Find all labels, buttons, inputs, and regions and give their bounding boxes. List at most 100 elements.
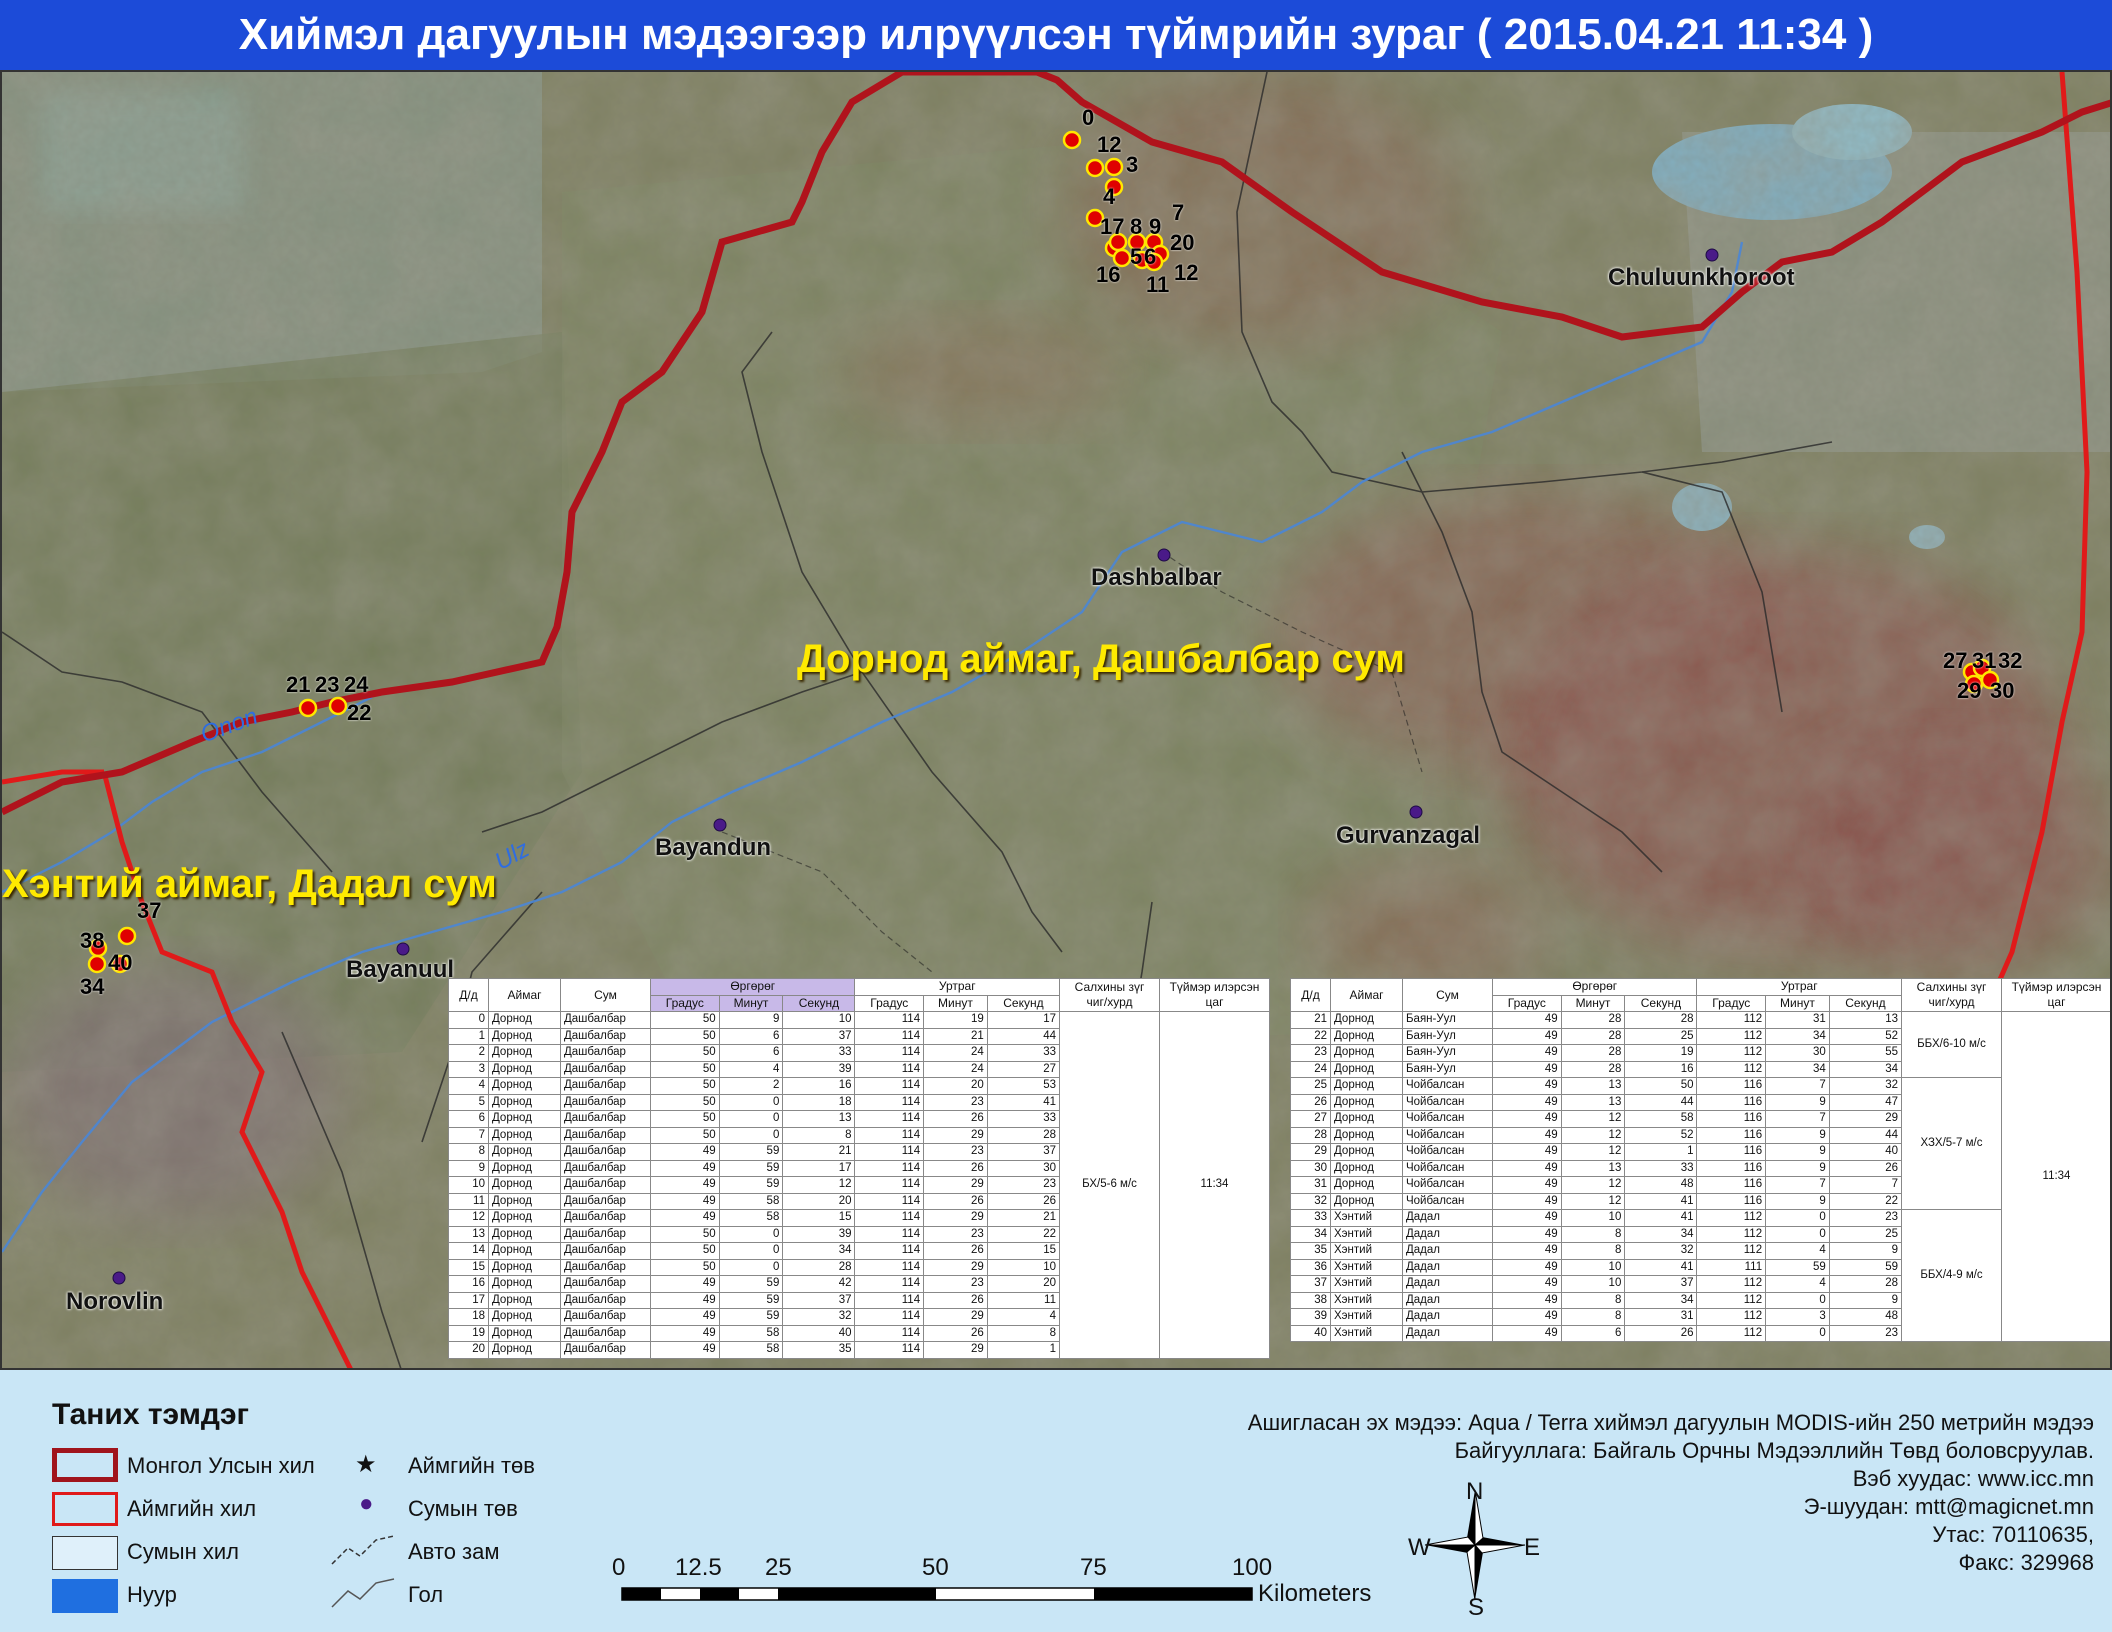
th-lon-sec: Секунд <box>986 994 1061 1012</box>
fire-point[interactable] <box>1085 158 1105 178</box>
table-row: 25 Дорнод Чойбалсан 49 13 50 116 7 32 ХЗХ/5-7 м/с <box>1290 1077 2111 1210</box>
cell-lon-sec: 9 <box>1828 1242 1903 1260</box>
cell-sum: Дашбалбар <box>560 1011 651 1029</box>
cell-lon-deg: 116 <box>1696 1143 1767 1161</box>
cell-id: 30 <box>1290 1159 1331 1177</box>
legend-road-label: Авто зам <box>408 1539 500 1564</box>
compass-s: S <box>1468 1594 1485 1621</box>
cell-wind: ББХ/4-9 м/с <box>1901 1209 2002 1342</box>
cell-id: 0 <box>448 1011 489 1029</box>
cell-lon-min: 26 <box>923 1291 988 1309</box>
page: Хиймэл дагуулын мэдээгээр илрүүлсэн түйм… <box>0 0 2112 1632</box>
map-area[interactable]: Дорнод аймаг, Дашбалбар сум Хэнтий аймаг… <box>0 70 2112 1370</box>
cell-lat-min: 8 <box>1560 1291 1626 1309</box>
fire-point[interactable] <box>87 954 107 974</box>
th-wind: Салхины зүг чиг/хурд <box>1059 978 1160 1012</box>
cell-lon-sec: 23 <box>986 1176 1061 1194</box>
fire-point[interactable] <box>298 698 318 718</box>
cell-sum: Дашбалбар <box>560 1324 651 1342</box>
fire-label: 37 <box>137 898 162 923</box>
cell-aimag: Дорнод <box>1330 1044 1403 1062</box>
cell-lat-deg: 49 <box>1492 1143 1562 1161</box>
cell-sum: Дашбалбар <box>560 1291 651 1309</box>
fire-point[interactable] <box>1062 130 1082 150</box>
fire-point[interactable] <box>328 696 348 716</box>
cell-lat-sec: 34 <box>782 1242 856 1260</box>
cell-lat-deg: 49 <box>1492 1308 1562 1326</box>
town-label-chuluunkhoroot: Chuluunkhoroot <box>1608 264 1795 291</box>
cell-lat-deg: 49 <box>1492 1126 1562 1144</box>
cell-lat-min: 13 <box>1560 1093 1626 1111</box>
cell-aimag: Дорнод <box>488 1060 561 1078</box>
cell-lon-sec: 21 <box>986 1209 1061 1227</box>
cell-sum: Баян-Уул <box>1402 1060 1493 1078</box>
cell-lat-min: 59 <box>718 1159 784 1177</box>
cell-lon-sec: 33 <box>986 1110 1061 1128</box>
cell-id: 18 <box>448 1308 489 1326</box>
cell-lat-deg: 50 <box>650 1225 720 1243</box>
fire-table-right: Д/д Аймаг Сум Өргөрөг Уртраг Салхины зүг… <box>1290 978 2111 1342</box>
fire-label: 12 <box>1174 260 1199 285</box>
cell-aimag: Дорнод <box>488 1308 561 1326</box>
cell-lat-deg: 50 <box>650 1093 720 1111</box>
cell-sum: Чойбалсан <box>1402 1192 1493 1210</box>
cell-id: 38 <box>1290 1291 1331 1309</box>
cell-lat-min: 6 <box>718 1044 784 1062</box>
cell-lon-sec: 41 <box>986 1093 1061 1111</box>
fire-label: 20 <box>1170 230 1195 255</box>
cell-sum: Чойбалсан <box>1402 1126 1493 1144</box>
cell-aimag: Хэнтий <box>1330 1242 1403 1260</box>
sum-center-chuluunkhoroot <box>1705 248 1719 262</box>
cell-sum: Чойбалсан <box>1402 1176 1493 1194</box>
compass-n: N <box>1466 1478 1484 1505</box>
cell-lat-sec: 16 <box>1624 1060 1698 1078</box>
town-label-bayanuul: Bayanuul <box>346 956 455 983</box>
cell-lat-min: 59 <box>718 1176 784 1194</box>
cell-lon-deg: 112 <box>1696 1225 1767 1243</box>
cell-sum: Дашбалбар <box>560 1258 651 1276</box>
scalebar-tick: 50 <box>922 1554 949 1581</box>
sum-center-bayandun <box>713 818 727 832</box>
fire-label: 0 <box>1082 105 1095 130</box>
cell-lon-min: 29 <box>923 1209 988 1227</box>
cell-lat-deg: 49 <box>1492 1060 1562 1078</box>
cell-lon-sec: 28 <box>986 1126 1061 1144</box>
cell-lat-deg: 49 <box>1492 1291 1562 1309</box>
cell-lon-min: 4 <box>1765 1275 1830 1293</box>
cell-lat-sec: 37 <box>782 1027 856 1045</box>
cell-lon-min: 7 <box>1765 1176 1830 1194</box>
cell-lat-min: 0 <box>718 1126 784 1144</box>
cell-aimag: Дорнод <box>1330 1110 1403 1128</box>
cell-aimag: Дорнод <box>488 1341 561 1359</box>
cell-lat-deg: 49 <box>650 1192 720 1210</box>
cell-sum: Дадал <box>1402 1242 1493 1260</box>
cell-lon-sec: 1 <box>986 1341 1061 1359</box>
th-lon-deg: Градус <box>854 994 925 1012</box>
cell-lat-sec: 10 <box>782 1011 856 1029</box>
cell-id: 14 <box>448 1242 489 1260</box>
cell-lon-min: 19 <box>923 1011 988 1029</box>
fire-label: 12 <box>1097 132 1122 157</box>
legend-country-border-swatch <box>52 1448 118 1482</box>
cell-lat-sec: 17 <box>782 1159 856 1177</box>
source-line: Ашигласан эх мэдээ: Aqua / Terra хиймэл … <box>1247 1410 2094 1435</box>
cell-lon-deg: 112 <box>1696 1308 1767 1326</box>
fire-point[interactable] <box>117 926 137 946</box>
th-lon-min: Минут <box>1765 994 1830 1012</box>
cell-aimag: Дорнод <box>488 1093 561 1111</box>
cell-lon-deg: 114 <box>854 1291 925 1309</box>
cell-id: 31 <box>1290 1176 1331 1194</box>
th-longitude: Уртраг <box>1696 978 1902 996</box>
cell-lon-min: 7 <box>1765 1077 1830 1095</box>
cell-lat-deg: 50 <box>650 1258 720 1276</box>
cell-lat-deg: 50 <box>650 1077 720 1095</box>
fire-point[interactable] <box>1104 157 1124 177</box>
cell-lat-min: 28 <box>1560 1044 1626 1062</box>
cell-lon-min: 0 <box>1765 1324 1830 1342</box>
cell-lon-min: 0 <box>1765 1291 1830 1309</box>
cell-aimag: Хэнтий <box>1330 1324 1403 1342</box>
th-time: Түймэр илэрсэн цаг <box>1159 978 1270 1012</box>
cell-lon-min: 26 <box>923 1242 988 1260</box>
legend-sum-center-label: Сумын төв <box>408 1496 518 1521</box>
cell-lon-sec: 59 <box>1828 1258 1903 1276</box>
